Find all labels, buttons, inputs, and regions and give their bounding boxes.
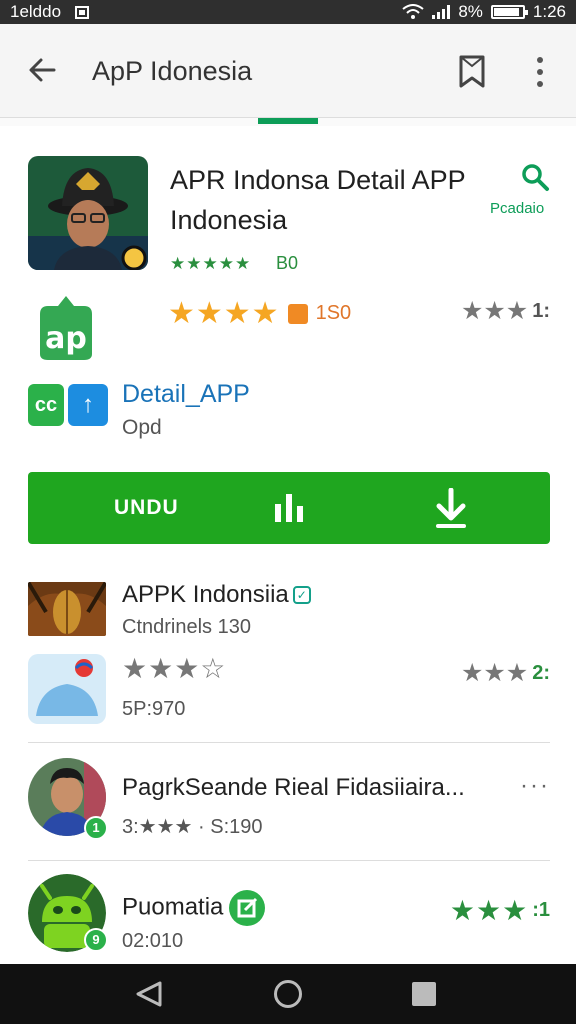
detail-icons: cc ↑ <box>28 384 108 426</box>
app-detail-panel: APR Indonsa Detail APP Indonesia Pcadaio… <box>0 126 576 964</box>
overflow-menu-icon[interactable]: ··· <box>520 772 550 800</box>
bookmark-icon[interactable] <box>454 52 490 92</box>
right-rating-num: 1: <box>532 299 550 322</box>
right-rating: ★★★ :1 <box>449 895 550 926</box>
signal-icon <box>432 5 451 19</box>
small-stars: ★★★★★ <box>170 254 252 273</box>
svg-text:ap: ap <box>45 321 87 356</box>
divider <box>28 742 550 743</box>
avatar-badge: 9 <box>84 928 108 952</box>
green-app-icon: cc <box>28 384 64 426</box>
upload-icon: ↑ <box>68 384 108 426</box>
notification-icon <box>75 5 90 19</box>
edit-icon[interactable] <box>229 890 266 926</box>
list-item-title: Puomatia <box>122 890 266 926</box>
list-item-sub: Ctndrinels 130 <box>122 616 251 638</box>
app-icon-cloud[interactable] <box>28 654 106 724</box>
app-bar: ApP Idonesia <box>0 24 576 118</box>
list-item-sub: 5P:970 <box>122 698 186 720</box>
list-item-sub: 02:010 <box>122 930 184 952</box>
list-item-stars: ★★★☆ <box>122 653 227 684</box>
rating-count: 1S0 <box>315 302 352 324</box>
app-icon-portrait[interactable] <box>28 156 148 270</box>
side-label: Pcadaio <box>490 200 545 217</box>
clock: 1:26 <box>532 2 566 21</box>
ap-logo-icon: ap <box>40 296 92 360</box>
detail-app-link[interactable]: Detail_APP <box>122 380 250 409</box>
more-options-icon[interactable] <box>528 54 552 90</box>
avatar-badge: 1 <box>84 816 108 840</box>
right-rating: ★★★ 2: <box>460 659 550 687</box>
app-title: APR Indonsa Detail APP Indonesia <box>170 165 466 235</box>
install-button[interactable]: UNDU <box>28 472 550 544</box>
battery-icon <box>490 5 528 19</box>
bar-chart-icon[interactable] <box>272 492 306 524</box>
rating-row: ★★★★ 1S0 <box>168 296 351 331</box>
status-bar: 1elddo 8% 1:26 <box>0 0 576 24</box>
grey-stars: ★★★ <box>460 297 529 325</box>
divider <box>28 860 550 861</box>
right-rating: ★★★ 1: <box>461 296 550 326</box>
list-item-title: PagrkSeande Rieal Fidasiiaira... <box>122 774 465 801</box>
small-rating-count: B0 <box>276 253 299 273</box>
tab-indicator <box>258 118 318 124</box>
rating-badge-icon <box>287 303 308 324</box>
detail-sub: Opd <box>122 416 162 439</box>
search-icon[interactable] <box>520 162 550 192</box>
nav-recents-icon[interactable] <box>412 982 436 1006</box>
battery-percent: 8% <box>458 2 483 21</box>
carrier-text: 1elddo <box>10 2 62 21</box>
wifi-icon <box>402 4 424 19</box>
app-icon-leaf[interactable] <box>28 582 106 636</box>
install-label: UNDU <box>114 496 179 519</box>
list-item-title: APPK Indonsiia ✓ <box>122 581 311 609</box>
verified-icon: ✓ <box>292 586 311 604</box>
navigation-bar <box>0 964 576 1024</box>
download-icon[interactable] <box>432 488 470 530</box>
orange-stars: ★★★★ <box>168 297 280 330</box>
page-title: ApP Idonesia <box>92 56 253 86</box>
nav-back-icon[interactable] <box>134 981 164 1007</box>
nav-home-icon[interactable] <box>274 980 302 1008</box>
list-item-sub: 3:★★★ · S:190 <box>122 816 263 838</box>
back-arrow-icon[interactable] <box>24 52 60 88</box>
